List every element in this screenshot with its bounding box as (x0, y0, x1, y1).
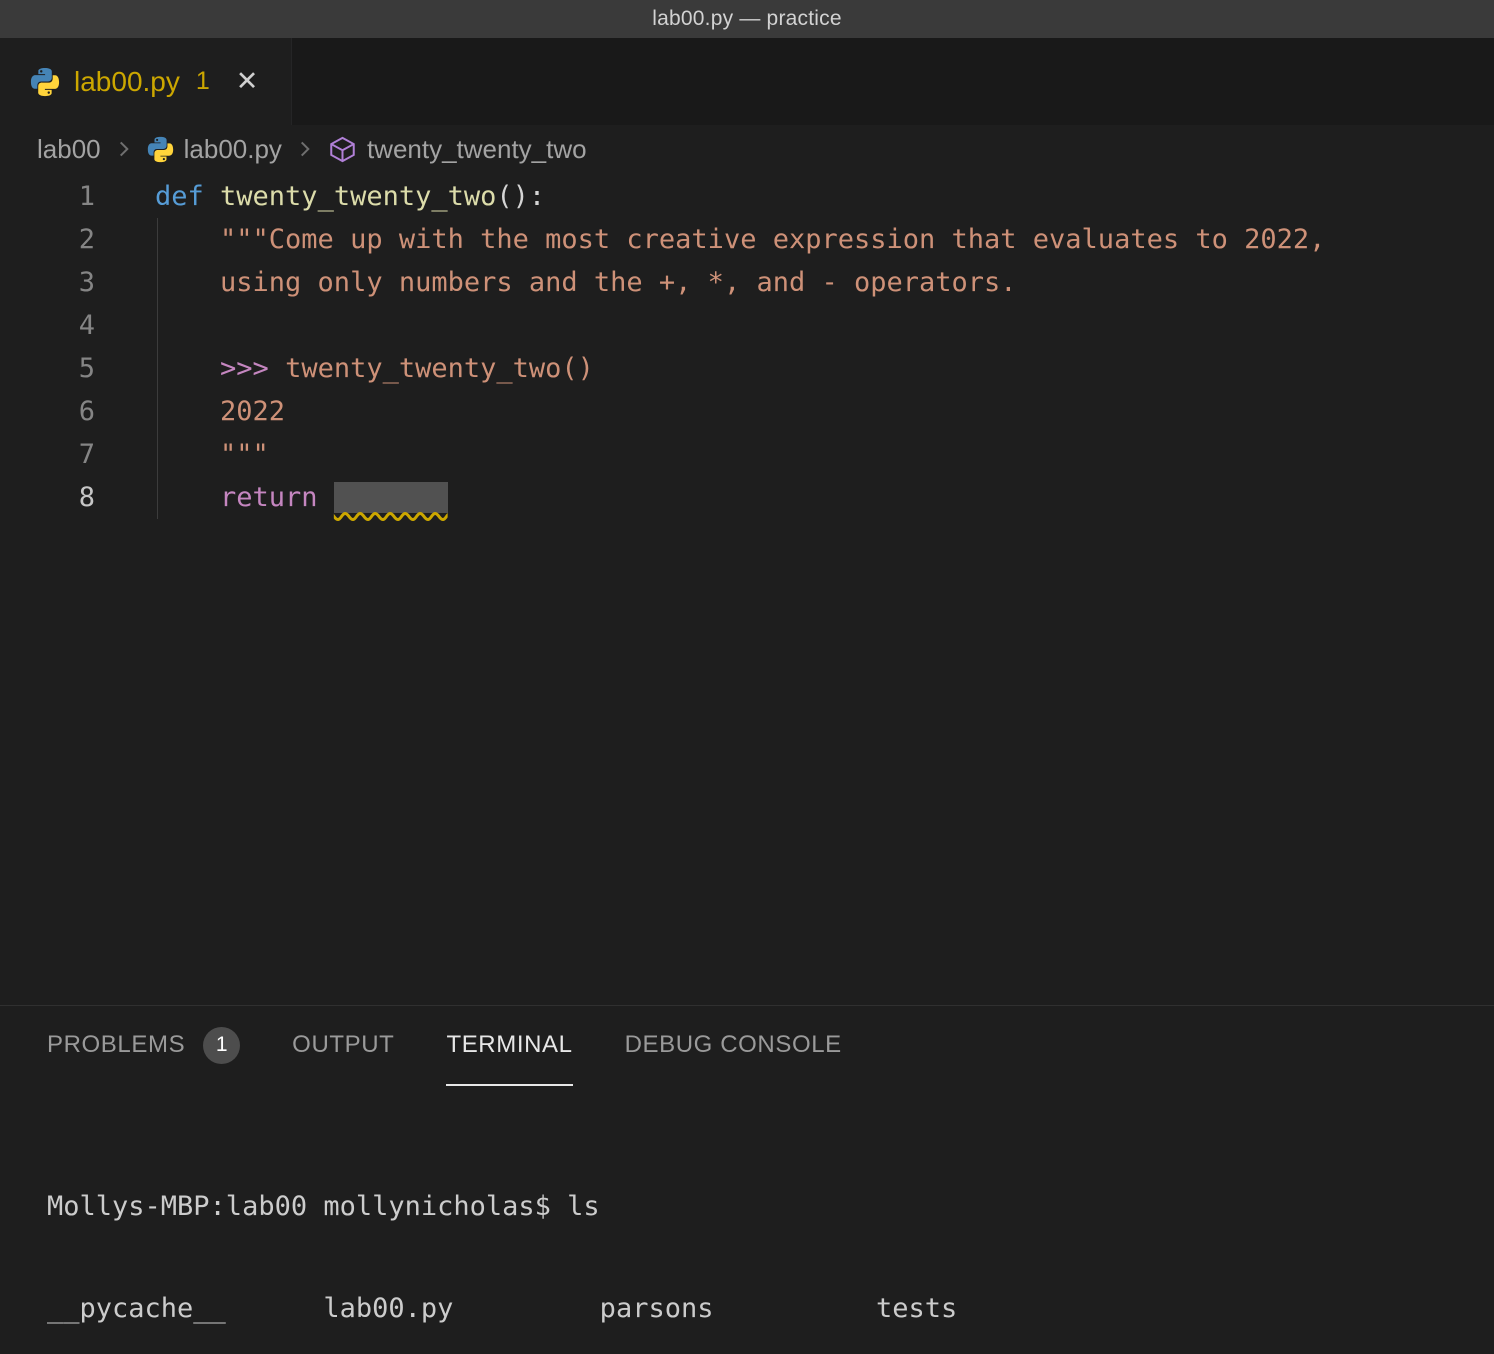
token-punctuation: (): (496, 181, 545, 212)
tab-problems[interactable]: PROBLEMS 1 (47, 1006, 240, 1086)
window-title: lab00.py — practice (652, 7, 841, 31)
line-number-current: 8 (0, 476, 95, 519)
token-docstring: twenty_twenty_two() (269, 353, 594, 384)
code-line: 4 (0, 304, 1494, 347)
tab-bar: lab00.py 1 ✕ (0, 38, 1494, 125)
token-docstring: using only numbers and the +, *, and - o… (155, 267, 1017, 298)
code-text[interactable]: """Come up with the most creative expres… (95, 218, 1325, 261)
token-keyword: def (155, 181, 220, 212)
problems-count-badge: 1 (203, 1027, 240, 1064)
code-line: 1 def twenty_twenty_two(): (0, 175, 1494, 218)
token-space (318, 482, 334, 513)
tab-output-label: OUTPUT (292, 1031, 394, 1059)
code-line: 6 2022 (0, 390, 1494, 433)
code-text[interactable]: 2022 (95, 390, 285, 433)
close-icon[interactable]: ✕ (236, 66, 259, 97)
breadcrumb-file-label: lab00.py (184, 134, 282, 165)
chevron-right-icon (113, 138, 135, 160)
breadcrumb-symbol-label: twenty_twenty_two (367, 134, 587, 165)
line-number: 4 (0, 304, 95, 347)
snippet-placeholder[interactable] (334, 482, 448, 513)
tab-terminal-label: TERMINAL (446, 1031, 572, 1059)
line-number: 1 (0, 175, 95, 218)
breadcrumb: lab00 lab00.py twenty_twenty_two (0, 125, 1494, 173)
token-indent (155, 353, 220, 384)
titlebar: lab00.py — practice (0, 0, 1494, 38)
chevron-right-icon (294, 138, 316, 160)
editor[interactable]: 1 def twenty_twenty_two(): 2 """Come up … (0, 173, 1494, 1005)
panel-tab-bar: PROBLEMS 1 OUTPUT TERMINAL DEBUG CONSOLE (0, 1006, 1494, 1086)
code-line: 5 >>> twenty_twenty_two() (0, 347, 1494, 390)
code-line: 8 return (0, 476, 1494, 519)
code-text[interactable]: return (95, 476, 448, 519)
line-number: 2 (0, 218, 95, 261)
code-line: 2 """Come up with the most creative expr… (0, 218, 1494, 261)
terminal-line: Mollys-MBP:lab00 mollynicholas$ ls (47, 1190, 1494, 1224)
code-text[interactable]: using only numbers and the +, *, and - o… (95, 261, 1017, 304)
line-number: 6 (0, 390, 95, 433)
tab-debug-console[interactable]: DEBUG CONSOLE (625, 1006, 842, 1086)
breadcrumb-folder-label: lab00 (37, 134, 101, 165)
code-text[interactable]: def twenty_twenty_two(): (95, 175, 545, 218)
line-number: 7 (0, 433, 95, 476)
token-doctest-prompt: >>> (220, 353, 269, 384)
line-number: 3 (0, 261, 95, 304)
tab-filename: lab00.py (74, 66, 180, 98)
token-function-name: twenty_twenty_two (220, 181, 496, 212)
symbol-method-icon (328, 135, 357, 164)
terminal[interactable]: Mollys-MBP:lab00 mollynicholas$ ls __pyc… (0, 1086, 1494, 1354)
token-indent (155, 482, 220, 513)
token-docstring: """ (155, 439, 269, 470)
python-icon (147, 136, 174, 163)
token-docstring: 2022 (155, 396, 285, 427)
indent-guide (157, 218, 158, 519)
terminal-line: __pycache__ lab00.py parsons tests (47, 1292, 1494, 1326)
code-text[interactable]: >>> twenty_twenty_two() (95, 347, 594, 390)
tab-output[interactable]: OUTPUT (292, 1006, 394, 1086)
tab-problems-badge: 1 (196, 67, 210, 96)
breadcrumb-item-folder[interactable]: lab00 (37, 134, 101, 165)
code-text[interactable]: """ (95, 433, 269, 476)
tab-lab00[interactable]: lab00.py 1 ✕ (0, 38, 292, 125)
code-text[interactable] (95, 304, 155, 347)
tab-problems-label: PROBLEMS (47, 1031, 185, 1059)
code-line: 7 """ (0, 433, 1494, 476)
tab-terminal[interactable]: TERMINAL (446, 1006, 572, 1086)
line-number: 5 (0, 347, 95, 390)
token-return-keyword: return (220, 482, 318, 513)
python-icon (30, 67, 60, 97)
bottom-panel: PROBLEMS 1 OUTPUT TERMINAL DEBUG CONSOLE… (0, 1005, 1494, 1354)
code-line: 3 using only numbers and the +, *, and -… (0, 261, 1494, 304)
breadcrumb-item-symbol[interactable]: twenty_twenty_two (328, 134, 587, 165)
tab-debug-console-label: DEBUG CONSOLE (625, 1031, 842, 1059)
token-docstring: """Come up with the most creative expres… (155, 224, 1325, 255)
breadcrumb-item-file[interactable]: lab00.py (147, 134, 282, 165)
